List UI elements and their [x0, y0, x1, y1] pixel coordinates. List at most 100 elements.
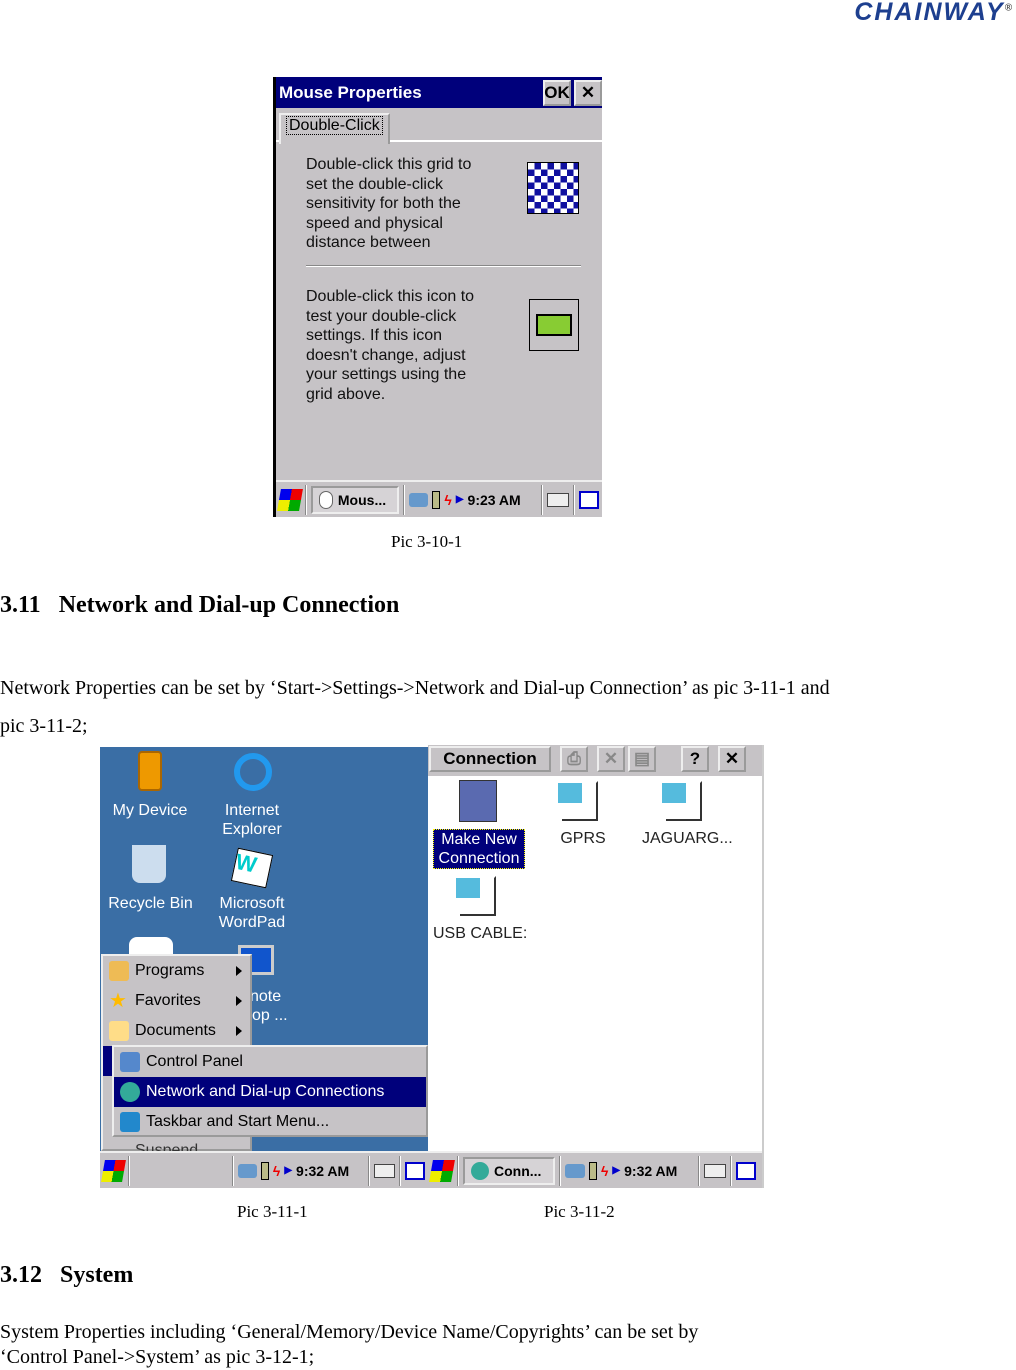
- section-title: System: [60, 1262, 134, 1288]
- keyboard-icon[interactable]: [374, 1163, 396, 1178]
- menu-label: Programs: [135, 962, 205, 979]
- caption-pic-3-10-1: Pic 3-10-1: [391, 532, 463, 551]
- start-icon[interactable]: [277, 488, 303, 511]
- expand-arrow-icon[interactable]: ▶: [612, 1165, 620, 1176]
- taskbar-task-connection[interactable]: Conn...: [463, 1156, 555, 1185]
- help-button[interactable]: ?: [681, 746, 709, 772]
- connection-menu[interactable]: Connection: [429, 746, 551, 772]
- my-device-icon[interactable]: [138, 751, 162, 791]
- network-status-icon: [237, 1163, 258, 1178]
- section-3-11-paragraph: Network Properties can be set by ‘Start-…: [0, 677, 830, 737]
- power-icon: ϟ: [444, 491, 452, 508]
- section-3-11-heading: 3.11 Network and Dial-up Connection: [0, 592, 399, 619]
- submenu-arrow-icon: [236, 996, 242, 1006]
- jaguar-icon[interactable]: [662, 781, 702, 821]
- gprs-icon[interactable]: [558, 781, 598, 821]
- submenu-arrow-icon: [236, 1026, 242, 1036]
- logo-mark: ®: [1004, 2, 1014, 14]
- submenu-arrow-icon: [236, 966, 242, 976]
- close-button[interactable]: ✕: [718, 746, 746, 772]
- mouse-icon: [318, 490, 333, 509]
- network-status-icon: [565, 1163, 585, 1178]
- menu-item-taskbar-start-menu[interactable]: Taskbar and Start Menu...: [114, 1107, 426, 1137]
- start-menu-screenshot: My Device Internet Explorer Recycle Bin …: [100, 747, 428, 1188]
- internet-explorer-icon[interactable]: [234, 753, 272, 791]
- network-status-icon: [408, 492, 429, 507]
- taskbar: Conn... ϟ ▶ 9:32 AM: [428, 1151, 762, 1188]
- section-3-12-heading: 3.12 System: [0, 1262, 133, 1289]
- connect-button[interactable]: ⎙: [560, 746, 588, 772]
- battery-icon: [261, 1161, 269, 1180]
- clapper-test-icon[interactable]: [529, 299, 579, 351]
- tab-label: Double-Click: [286, 116, 383, 135]
- globe-icon: [471, 1161, 489, 1180]
- network-globe-icon: [120, 1082, 140, 1102]
- taskbar-settings-icon: [120, 1112, 140, 1132]
- ok-button[interactable]: OK: [543, 79, 571, 106]
- double-click-grid[interactable]: [527, 162, 579, 214]
- section-3-12-paragraph-line2: ‘Control Panel->System’ as pic 3-12-1;: [0, 1346, 315, 1368]
- wordpad-label[interactable]: Microsoft WordPad: [212, 894, 292, 932]
- documents-icon: [109, 1021, 129, 1041]
- connection-screenshot: Connection ⎙ ✕ ▤ ? ✕ Make New Connection…: [428, 745, 764, 1188]
- desktop-switch-icon[interactable]: [405, 1161, 426, 1180]
- menu-label: Control Panel: [146, 1053, 243, 1070]
- caption-pic-3-11-2: Pic 3-11-2: [544, 1202, 615, 1221]
- test-instructions: Double-click this icon to test your doub…: [306, 288, 475, 403]
- mouse-properties-screenshot: Mouse Properties OK ✕ Double-Click Doubl…: [273, 77, 602, 517]
- divider: [306, 265, 581, 267]
- keyboard-icon[interactable]: [704, 1163, 727, 1178]
- properties-button[interactable]: ▤: [628, 746, 656, 772]
- window-title: Mouse Properties: [279, 82, 422, 102]
- caption-pic-3-11-1: Pic 3-11-1: [237, 1202, 308, 1221]
- control-panel-icon: [120, 1052, 140, 1072]
- grid-instructions: Double-click this grid to set the double…: [306, 156, 472, 251]
- menu-label: Taskbar and Start Menu...: [146, 1113, 330, 1130]
- star-icon: ★: [109, 990, 127, 1012]
- menu-item-documents[interactable]: Documents: [103, 1016, 250, 1046]
- internet-explorer-label[interactable]: Internet Explorer: [212, 801, 292, 839]
- title-bar: Mouse Properties OK ✕: [276, 77, 602, 108]
- start-icon[interactable]: [429, 1159, 455, 1182]
- task-label: Mous...: [337, 491, 387, 508]
- close-button[interactable]: ✕: [574, 79, 602, 106]
- desktop-switch-icon[interactable]: [736, 1161, 757, 1180]
- usb-cable-icon[interactable]: [456, 876, 496, 916]
- menu-item-favorites[interactable]: ★ Favorites: [103, 986, 250, 1016]
- menu-item-network-dialup[interactable]: Network and Dial-up Connections: [114, 1077, 426, 1107]
- clock: 9:23 AM: [467, 491, 521, 508]
- wordpad-icon[interactable]: W: [230, 847, 274, 889]
- taskbar: ϟ ▶ 9:32 AM: [100, 1151, 428, 1188]
- section-number: 3.11: [0, 592, 41, 618]
- battery-icon: [432, 490, 441, 509]
- programs-icon: [109, 961, 129, 981]
- chainway-logo: CHAINWAY®: [854, 0, 1014, 27]
- delete-button[interactable]: ✕: [597, 746, 625, 772]
- menu-label: Favorites: [135, 992, 201, 1009]
- menu-label: Documents: [135, 1022, 216, 1039]
- remote-label-line2[interactable]: op ...: [252, 1006, 288, 1025]
- logo-text: CHAINWAY: [854, 0, 1005, 26]
- tab-double-click[interactable]: Double-Click: [279, 113, 390, 144]
- expand-arrow-icon[interactable]: ▶: [456, 494, 464, 505]
- recycle-bin-icon[interactable]: [132, 845, 166, 883]
- power-icon: ϟ: [601, 1162, 609, 1179]
- taskbar-task-mouse[interactable]: Mous...: [310, 485, 399, 514]
- make-new-connection-label[interactable]: Make New Connection: [433, 829, 525, 869]
- expand-arrow-icon[interactable]: ▶: [284, 1165, 292, 1176]
- desktop-switch-icon[interactable]: [579, 490, 600, 509]
- menu-item-programs[interactable]: Programs: [103, 956, 250, 986]
- recycle-bin-label[interactable]: Recycle Bin: [103, 894, 198, 913]
- gprs-label[interactable]: GPRS: [553, 830, 613, 848]
- taskbar: Mous... ϟ ▶ 9:23 AM: [276, 480, 602, 517]
- settings-submenu: Control Panel Network and Dial-up Connec…: [112, 1045, 428, 1137]
- start-icon[interactable]: [101, 1159, 127, 1182]
- keyboard-icon[interactable]: [547, 492, 570, 507]
- usb-cable-label[interactable]: USB CABLE:: [433, 925, 527, 943]
- menu-item-control-panel[interactable]: Control Panel: [114, 1047, 426, 1077]
- remote-label-line1[interactable]: note: [250, 987, 281, 1006]
- menu-label: Network and Dial-up Connections: [146, 1083, 385, 1100]
- jaguar-label[interactable]: JAGUARG...: [642, 830, 733, 848]
- my-device-label[interactable]: My Device: [105, 801, 195, 820]
- make-new-connection-icon[interactable]: [459, 780, 497, 822]
